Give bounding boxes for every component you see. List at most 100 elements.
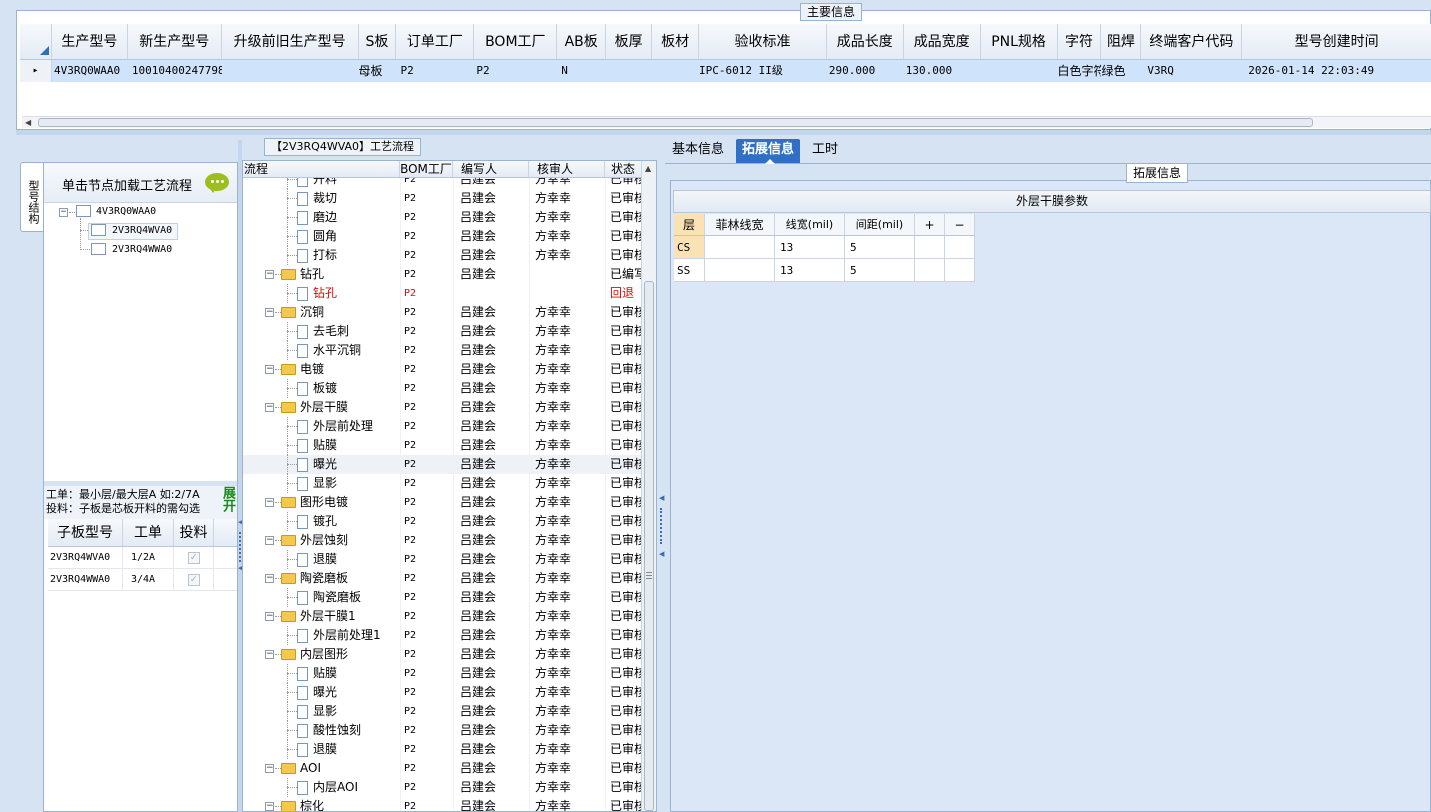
process-name[interactable]: 外层前处理1 [313,628,381,642]
collapse-toggle[interactable]: − [265,536,274,545]
col-header[interactable]: 生产型号 [52,24,128,59]
collapse-toggle[interactable]: − [265,270,274,279]
process-step-row[interactable]: 退膜 P2 吕建会 方幸幸 已审核 [243,550,641,569]
add-row-button[interactable]: + [915,214,945,235]
process-group-row[interactable]: − 钻孔 P2 吕建会 已编写 [243,265,641,284]
process-step-row[interactable]: 开料 P2 吕建会 方幸幸 已审核 [243,178,641,189]
col-header[interactable]: BOM工厂 [400,161,453,177]
collapse-toggle[interactable]: − [265,403,274,412]
process-name[interactable]: 外层蚀刻 [300,533,348,547]
middle-vertical-splitter[interactable]: ◀ ◀ [657,140,665,812]
tree-child[interactable]: 2V3RQ4WWA0 [112,244,172,255]
process-group-row[interactable]: − 外层干膜1 P2 吕建会 方幸幸 已审核 [243,607,641,626]
param-row[interactable]: SS 13 5 [674,259,975,282]
collapse-toggle[interactable]: − [265,612,274,621]
cell-remove[interactable] [945,259,975,281]
process-name[interactable]: 图形电镀 [300,495,348,509]
process-step-row[interactable]: 外层前处理1 P2 吕建会 方幸幸 已审核 [243,626,641,645]
cell-sub-order[interactable]: 1/2A [123,547,174,568]
cell-standard[interactable]: IPC-6012 II级 [699,60,827,82]
process-name[interactable]: 内层图形 [300,647,348,661]
process-step-row[interactable]: 打标 P2 吕建会 方幸幸 已审核 [243,246,641,265]
scroll-left-icon[interactable]: ◀ [25,118,31,127]
process-name[interactable]: 开料 [313,178,337,186]
process-name[interactable]: 棕化 [300,799,324,811]
process-group-row[interactable]: − 外层蚀刻 P2 吕建会 方幸幸 已审核 [243,531,641,550]
process-step-row[interactable]: 裁切 P2 吕建会 方幸幸 已审核 [243,189,641,208]
process-name[interactable]: 板镀 [313,381,337,395]
cell-ab-board[interactable]: N [557,60,606,82]
col-header[interactable]: 升级前旧生产型号 [222,24,359,59]
cell-bom-factory[interactable]: P2 [474,60,557,82]
tree-root[interactable]: 4V3RQ0WAA0 [96,206,156,217]
col-header[interactable]: S板 [359,24,397,59]
process-step-row[interactable]: 曝光 P2 吕建会 方幸幸 已审核 [243,455,641,474]
cell-thickness[interactable] [606,60,652,82]
expand-button[interactable]: 展开 [218,486,235,512]
process-step-row[interactable]: 磨边 P2 吕建会 方幸幸 已审核 [243,208,641,227]
process-group-row[interactable]: − AOI P2 吕建会 方幸幸 已审核 [243,759,641,778]
process-group-row[interactable]: − 外层干膜 P2 吕建会 方幸幸 已审核 [243,398,641,417]
process-step-row[interactable]: 陶瓷磨板 P2 吕建会 方幸幸 已审核 [243,588,641,607]
col-header[interactable]: 订单工厂 [396,24,475,59]
cell-add[interactable] [915,236,945,258]
process-name[interactable]: 圆角 [313,229,337,243]
col-header[interactable]: 阻焊 [1101,24,1142,59]
process-step-row[interactable]: 板镀 P2 吕建会 方幸幸 已审核 [243,379,641,398]
horizontal-splitter[interactable] [16,130,1431,135]
process-name[interactable]: 去毛刺 [313,324,349,338]
process-step-row[interactable]: 显影 P2 吕建会 方幸幸 已审核 [243,474,641,493]
process-step-row[interactable]: 显影 P2 吕建会 方幸幸 已审核 [243,702,641,721]
cell-film[interactable] [705,259,775,281]
chat-bubble-icon[interactable] [205,173,229,193]
cell-line-width[interactable]: 13 [775,236,845,258]
process-name[interactable]: 贴膜 [313,666,337,680]
col-header[interactable]: 验收标准 [699,24,827,59]
cell-length[interactable]: 290.000 [827,60,904,82]
process-step-row[interactable]: 退膜 P2 吕建会 方幸幸 已审核 [243,740,641,759]
process-step-row[interactable]: 酸性蚀刻 P2 吕建会 方幸幸 已审核 [243,721,641,740]
tree-child[interactable]: 2V3RQ4WVA0 [112,225,172,236]
process-name[interactable]: 磨边 [313,210,337,224]
cell-customer[interactable]: V3RQ [1141,60,1242,82]
hscroll-thumb[interactable] [38,118,1313,127]
process-group-row[interactable]: − 陶瓷磨板 P2 吕建会 方幸幸 已审核 [243,569,641,588]
cell-spacing[interactable]: 5 [845,259,915,281]
process-name[interactable]: 沉铜 [300,305,324,319]
collapse-toggle[interactable]: − [265,574,274,583]
col-header[interactable]: 板材 [652,24,700,59]
col-header[interactable]: 工单 [123,519,174,546]
process-name[interactable]: 钻孔 [313,286,337,300]
process-step-row[interactable]: 钻孔 P2 回退 [243,284,641,303]
collapse-toggle[interactable]: − [265,365,274,374]
col-header[interactable]: 菲林线宽 [705,214,775,235]
cell-width[interactable]: 130.000 [904,60,981,82]
cell-created[interactable]: 2026-01-14 22:03:49 [1242,60,1431,82]
cell-layer[interactable]: SS [674,259,705,281]
process-step-row[interactable]: 曝光 P2 吕建会 方幸幸 已审核 [243,683,641,702]
process-step-row[interactable]: 水平沉铜 P2 吕建会 方幸幸 已审核 [243,341,641,360]
cell-char[interactable]: 白色字符 [1058,60,1102,82]
left-vertical-tab[interactable]: 型号结构 [20,162,44,232]
col-header[interactable]: AB板 [557,24,607,59]
cell-prod-model[interactable]: 4V3RQ0WAA0 [52,60,128,82]
process-name[interactable]: 退膜 [313,742,337,756]
cell-new-model[interactable]: 10010400247798 [128,60,222,82]
process-step-row[interactable]: 内层AOI P2 吕建会 方幸幸 已审核 [243,778,641,797]
process-name[interactable]: AOI [300,761,321,775]
tab-basic-info[interactable]: 基本信息 [666,139,730,163]
col-header[interactable]: 新生产型号 [128,24,222,59]
process-name[interactable]: 陶瓷磨板 [300,571,348,585]
cell-layer[interactable]: CS [674,236,705,258]
process-name[interactable]: 裁切 [313,191,337,205]
collapse-toggle[interactable]: − [265,802,274,811]
process-name[interactable]: 曝光 [313,457,337,471]
col-header[interactable]: PNL规格 [981,24,1058,59]
process-name[interactable]: 水平沉铜 [313,343,361,357]
col-header[interactable]: BOM工厂 [474,24,558,59]
collapse-toggle[interactable]: − [265,650,274,659]
process-name[interactable]: 酸性蚀刻 [313,723,361,737]
cell-sub-order[interactable]: 3/4A [123,569,174,590]
process-group-row[interactable]: − 沉铜 P2 吕建会 方幸幸 已审核 [243,303,641,322]
cell-sub-model[interactable]: 2V3RQ4WVA0 [48,547,123,568]
